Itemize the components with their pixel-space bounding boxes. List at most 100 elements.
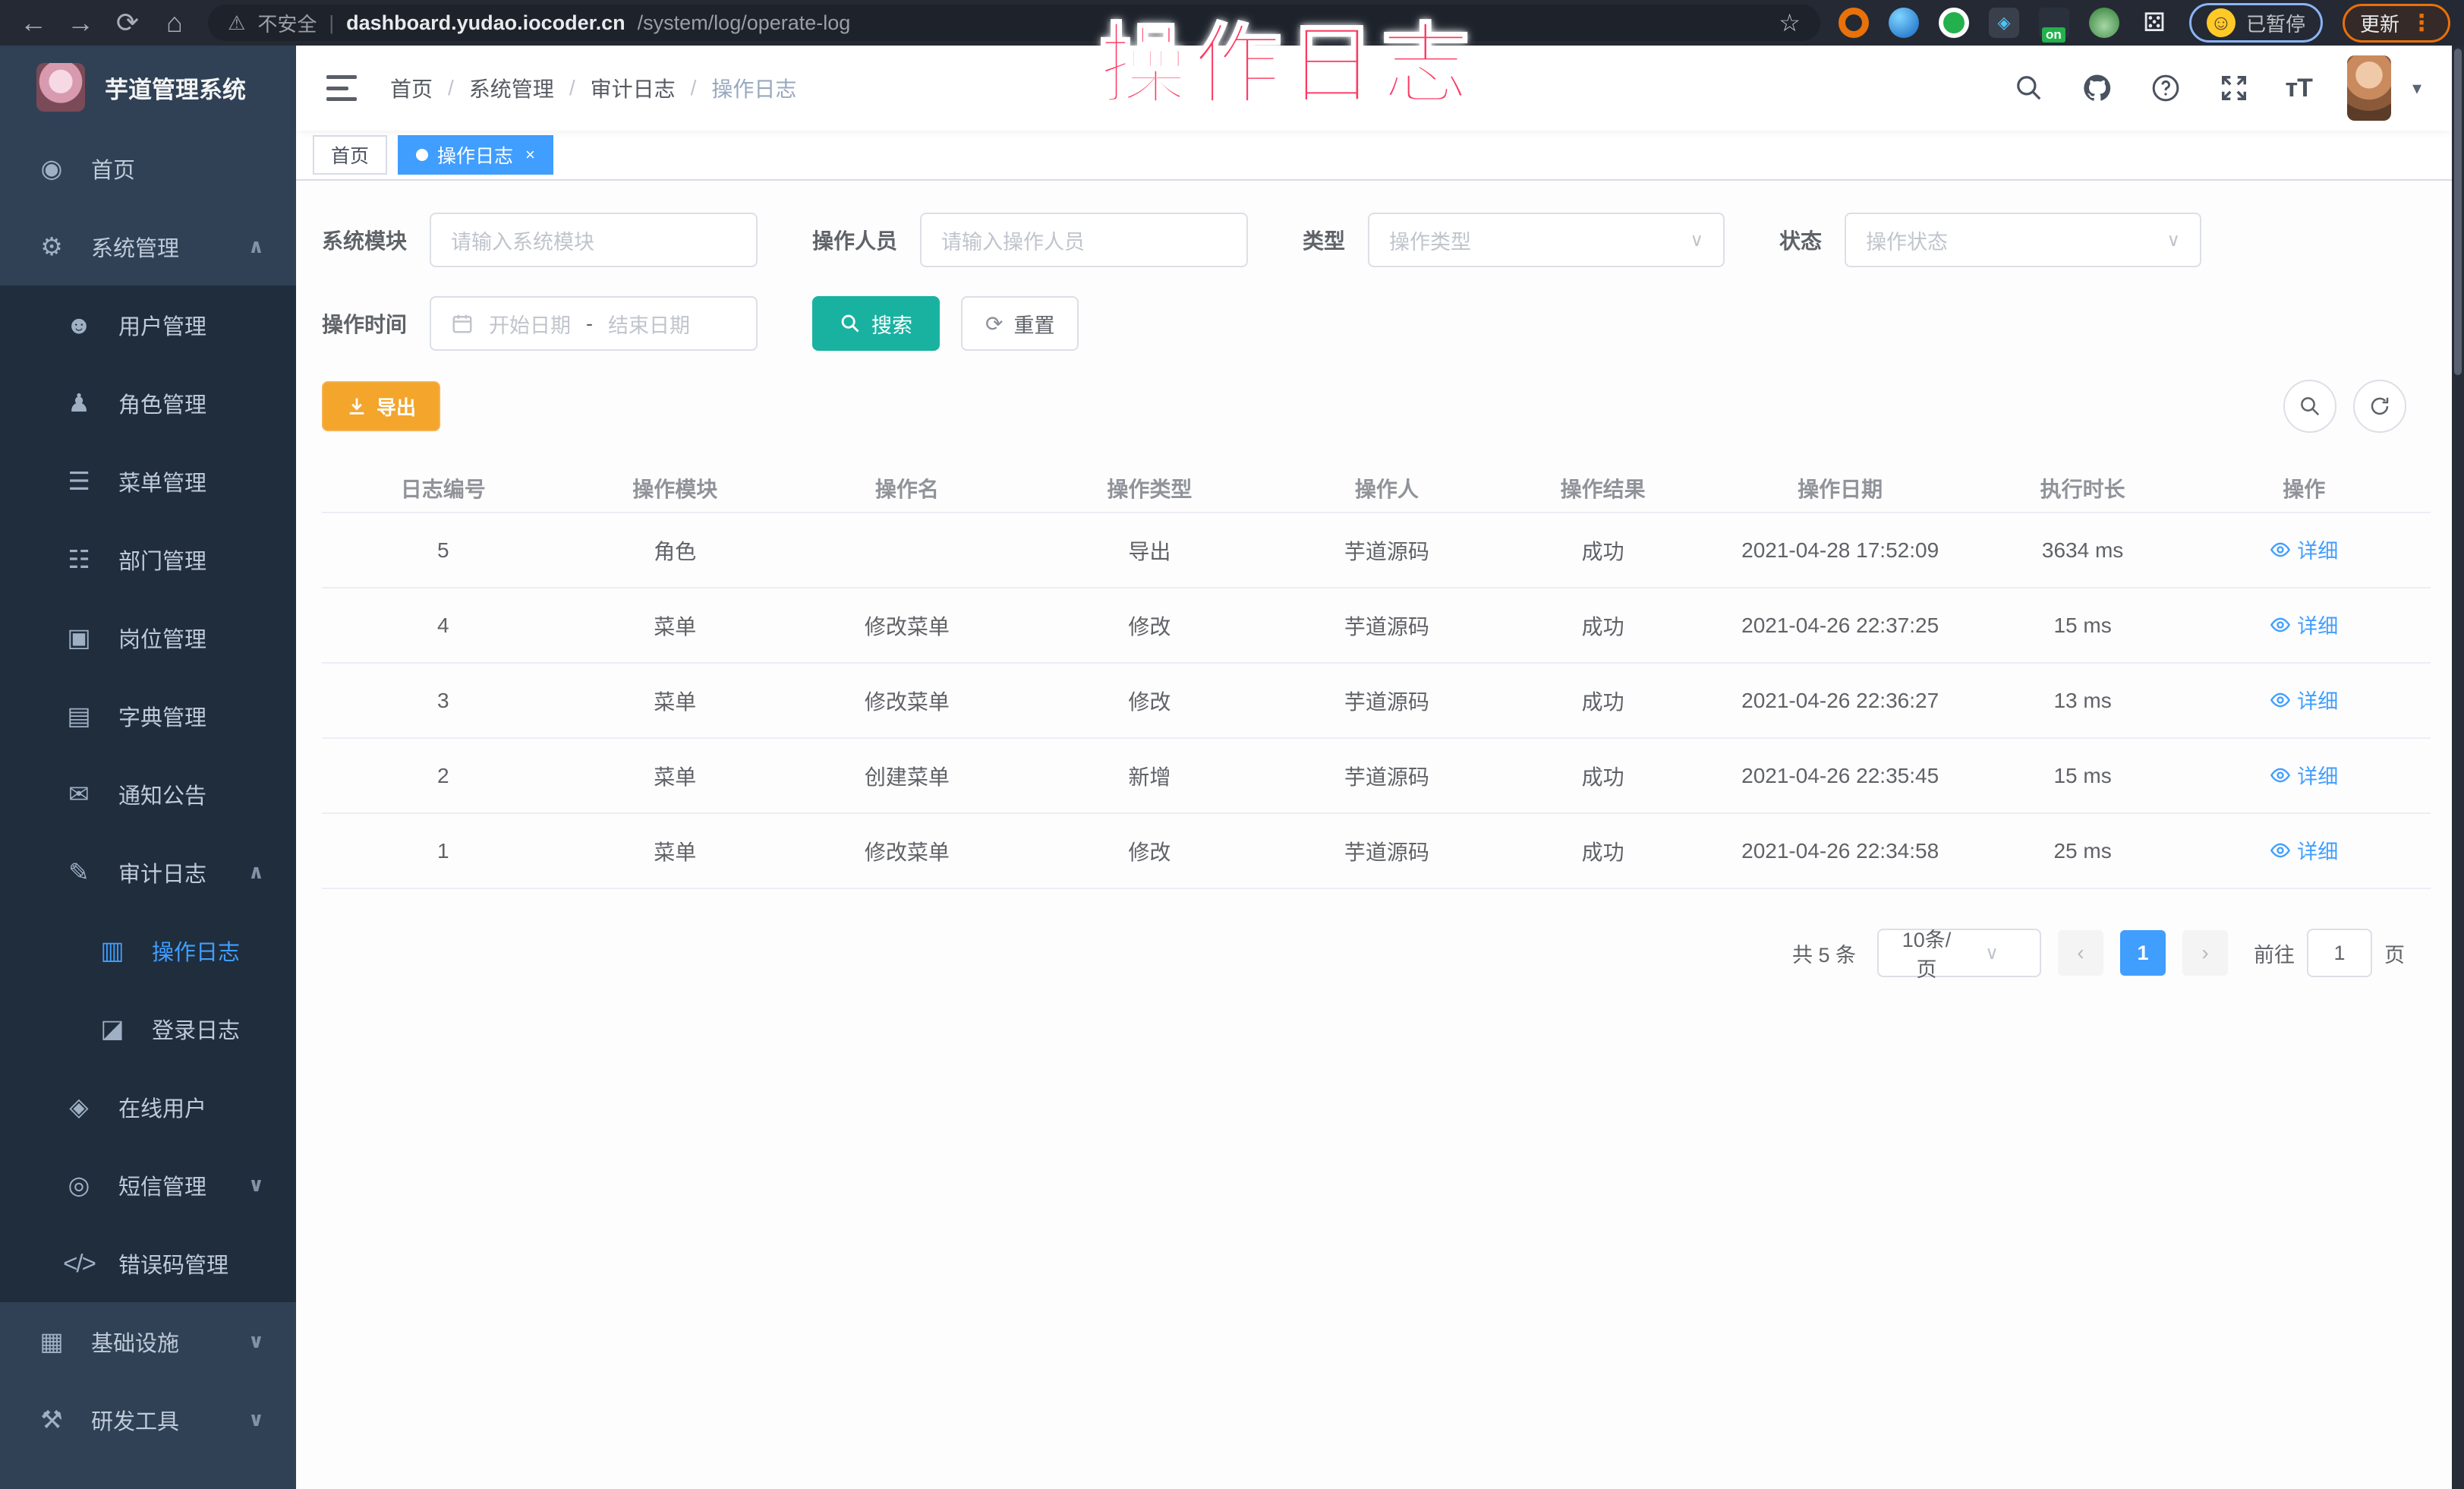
breadcrumb-home[interactable]: 首页 <box>390 73 433 103</box>
tab-close-icon[interactable]: × <box>525 145 535 165</box>
browser-menu-dots-icon[interactable]: ⋮ <box>2410 10 2433 36</box>
sidebar-item-online-users[interactable]: ◈ 在线用户 <box>0 1068 296 1146</box>
sidebar-item-audit-log[interactable]: ✎ 审计日志 ∧ <box>0 833 296 911</box>
sidebar-item-error-code-management[interactable]: </> 错误码管理 <box>0 1224 296 1302</box>
sidebar-item-department-management[interactable]: ☷ 部门管理 <box>0 520 296 598</box>
extension-green-circle-icon[interactable] <box>1939 8 1969 38</box>
sidebar-item-post-management[interactable]: ▣ 岗位管理 <box>0 598 296 677</box>
breadcrumb-operate-log: 操作日志 <box>711 73 796 103</box>
cell-log-id: 3 <box>322 689 564 713</box>
browser-home-icon[interactable]: ⌂ <box>155 0 194 46</box>
cell-result: 成功 <box>1503 686 1703 716</box>
online-user-icon: ◈ <box>62 1092 96 1121</box>
sidebar-item-user-management[interactable]: ☻ 用户管理 <box>0 285 296 364</box>
avatar-caret-down-icon[interactable]: ▾ <box>2412 77 2421 99</box>
help-icon[interactable] <box>2149 71 2182 105</box>
status-select[interactable]: 操作状态 ∨ <box>1845 213 2201 267</box>
detail-link[interactable]: 详细 <box>2270 685 2338 715</box>
chevron-down-icon: ∨ <box>248 1173 264 1197</box>
window-scrollbar[interactable] <box>2452 46 2464 1489</box>
sidebar-item-infrastructure[interactable]: ▦ 基础设施 ∨ <box>0 1302 296 1380</box>
header-search-icon[interactable] <box>2012 71 2046 105</box>
toggle-search-button[interactable] <box>2283 380 2336 433</box>
sidebar-item-system-management[interactable]: ⚙ 系统管理 ∧ <box>0 207 296 285</box>
export-button[interactable]: 导出 <box>322 381 440 431</box>
bookmark-star-icon[interactable]: ☆ <box>1779 8 1801 37</box>
detail-link[interactable]: 详细 <box>2270 535 2338 564</box>
recorder-paused-pill[interactable]: ☺ 已暂停 <box>2189 3 2323 43</box>
tab-label: 操作日志 <box>437 141 513 169</box>
sidebar-item-home[interactable]: ◉ 首页 <box>0 129 296 207</box>
date-range-picker[interactable]: 开始日期 - 结束日期 <box>430 296 758 351</box>
cell-module: 菜单 <box>564 761 786 791</box>
sidebar-item-sms-management[interactable]: ◎ 短信管理 ∨ <box>0 1146 296 1224</box>
goto-label: 前往 <box>2254 939 2295 968</box>
sidebar-item-login-log[interactable]: ◪ 登录日志 <box>0 989 296 1068</box>
prev-page-button[interactable]: ‹ <box>2058 930 2103 976</box>
main-content: 系统模块 请输入系统模块 操作人员 请输入操作人员 类型 操作类型 ∨ 状态 <box>296 179 2452 1489</box>
tags-view-bar: 首页 操作日志 × <box>296 131 2452 181</box>
sidebar-item-label: 通知公告 <box>118 778 206 810</box>
avatar[interactable] <box>2347 55 2391 121</box>
sidebar-item-operate-log[interactable]: ▥ 操作日志 <box>0 911 296 989</box>
module-input[interactable]: 请输入系统模块 <box>430 213 758 267</box>
extension-switch-icon[interactable]: on <box>2039 8 2069 38</box>
browser-reload-icon[interactable]: ⟳ <box>108 0 147 46</box>
browser-update-button[interactable]: 更新 ⋮ <box>2343 4 2450 43</box>
tab-label: 首页 <box>331 141 369 169</box>
detail-link[interactable]: 详细 <box>2270 610 2338 639</box>
url-host: dashboard.yudao.iocoder.cn <box>346 11 625 35</box>
operator-input[interactable]: 请输入操作人员 <box>920 213 1248 267</box>
sidebar-item-dev-tools[interactable]: ⚒ 研发工具 ∨ <box>0 1380 296 1459</box>
font-size-icon[interactable]: ᴛT <box>2286 74 2312 103</box>
reset-button[interactable]: ⟳ 重置 <box>961 296 1079 351</box>
app-logo-row[interactable]: 芋道管理系统 <box>0 46 296 129</box>
column-header: 操作 <box>2188 473 2421 503</box>
page-size-label: 10条/页 <box>1894 923 1959 983</box>
breadcrumb-audit-log[interactable]: 审计日志 <box>591 73 676 103</box>
url-divider: | <box>329 11 334 35</box>
tab-operate-log[interactable]: 操作日志 × <box>398 135 553 175</box>
goto-page-input[interactable]: 1 <box>2307 929 2372 977</box>
cell-module: 角色 <box>564 535 786 566</box>
page-number-1[interactable]: 1 <box>2120 930 2166 976</box>
sidebar-item-dictionary-management[interactable]: ▤ 字典管理 <box>0 677 296 755</box>
github-icon[interactable] <box>2081 71 2114 105</box>
extensions-puzzle-icon[interactable]: ⚄ <box>2139 8 2169 38</box>
cell-log-id: 1 <box>322 839 564 863</box>
extension-blue-drop-icon[interactable] <box>1889 8 1919 38</box>
sidebar-item-menu-management[interactable]: ☰ 菜单管理 <box>0 442 296 520</box>
type-select[interactable]: 操作类型 ∨ <box>1368 213 1725 267</box>
browser-forward-icon[interactable]: → <box>61 0 100 46</box>
extension-diamond-icon[interactable]: ◈ <box>1989 8 2019 38</box>
status-label: 状态 <box>1779 225 1822 255</box>
cell-operator: 芋道源码 <box>1271 761 1503 791</box>
page-size-select[interactable]: 10条/页 ∨ <box>1877 929 2041 977</box>
cell-operator: 芋道源码 <box>1271 686 1503 716</box>
sidebar-item-notice[interactable]: ✉ 通知公告 <box>0 755 296 833</box>
calendar-icon <box>451 312 474 335</box>
extension-sprout-icon[interactable] <box>2089 8 2119 38</box>
tab-home[interactable]: 首页 <box>313 135 387 175</box>
breadcrumb-system[interactable]: 系统管理 <box>469 73 554 103</box>
module-label: 系统模块 <box>322 225 407 255</box>
fullscreen-icon[interactable] <box>2217 71 2251 105</box>
detail-label: 详细 <box>2297 685 2338 715</box>
next-page-button[interactable]: › <box>2182 930 2228 976</box>
sidebar-item-label: 部门管理 <box>118 544 206 576</box>
sidebar-collapse-icon[interactable] <box>326 75 357 101</box>
address-bar[interactable]: ⚠ 不安全 | dashboard.yudao.iocoder.cn /syst… <box>208 5 1820 41</box>
extension-orange-ring-icon[interactable] <box>1839 8 1869 38</box>
scrollbar-thumb[interactable] <box>2454 49 2462 375</box>
detail-label: 详细 <box>2297 760 2338 790</box>
search-button[interactable]: 搜索 <box>812 296 940 351</box>
detail-link[interactable]: 详细 <box>2270 835 2338 865</box>
detail-link[interactable]: 详细 <box>2270 760 2338 790</box>
refresh-table-button[interactable] <box>2353 380 2406 433</box>
sidebar-item-role-management[interactable]: ♟ 角色管理 <box>0 364 296 442</box>
cell-duration: 15 ms <box>1977 764 2188 788</box>
eye-icon <box>2270 689 2291 711</box>
browser-back-icon[interactable]: ← <box>14 0 53 46</box>
filter-row-2: 操作时间 开始日期 - 结束日期 搜索 ⟳ 重置 <box>322 296 2431 351</box>
export-button-label: 导出 <box>377 393 416 421</box>
